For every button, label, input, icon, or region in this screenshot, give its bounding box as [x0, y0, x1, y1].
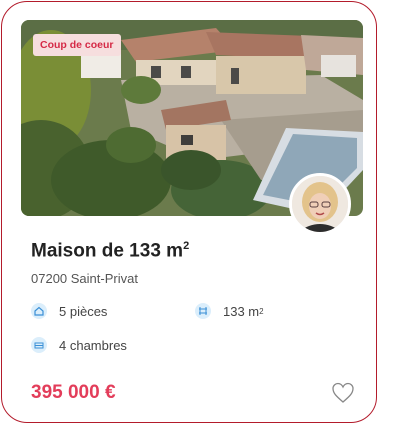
listing-title[interactable]: Maison de 133 m2	[31, 240, 189, 262]
feature-bedrooms: 4 chambres	[31, 337, 127, 353]
heart-icon[interactable]	[331, 382, 355, 404]
listing-card[interactable]: Coup de coeur Maison de 133 m2 07200 Sai…	[1, 1, 377, 423]
feature-area: 133 m2	[195, 303, 264, 319]
home-icon	[31, 303, 47, 319]
listing-price: 395 000 €	[31, 382, 116, 403]
area-measure-icon	[195, 303, 211, 319]
agent-avatar[interactable]	[289, 173, 351, 235]
listing-location: 07200 Saint-Privat	[31, 271, 138, 286]
favorite-badge: Coup de coeur	[33, 34, 121, 56]
feature-rooms: 5 pièces	[31, 303, 107, 319]
bed-icon	[31, 337, 47, 353]
